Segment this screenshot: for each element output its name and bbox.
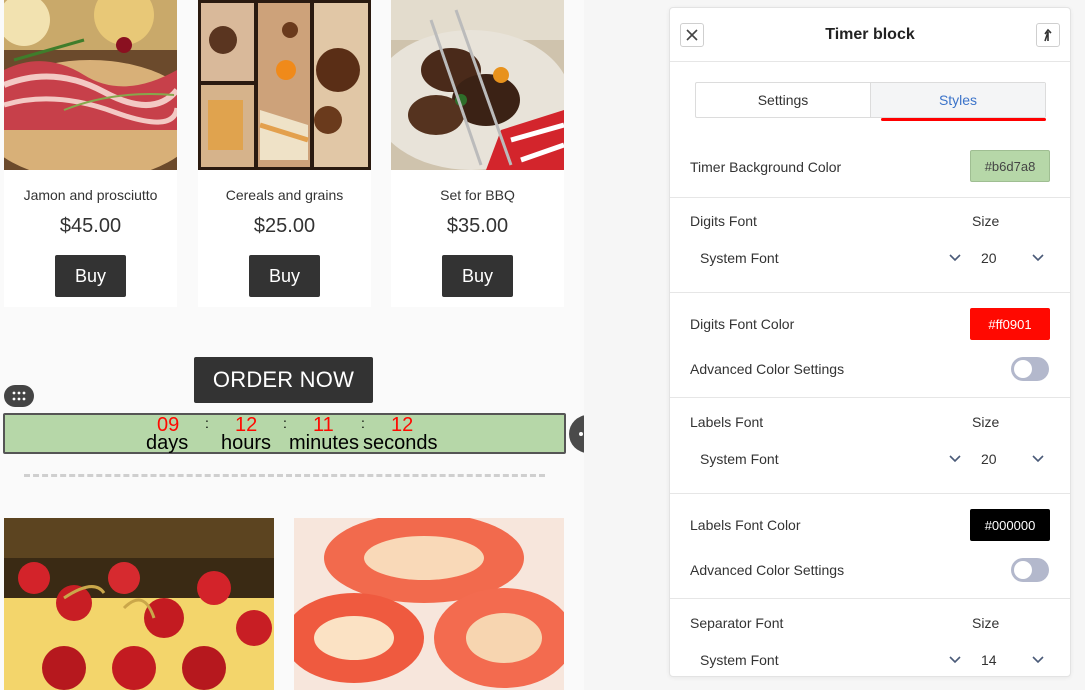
tab-settings[interactable]: Settings	[696, 83, 870, 117]
labels-size-label: Size	[972, 414, 1000, 430]
buy-button[interactable]: Buy	[442, 255, 513, 297]
digits-color-picker[interactable]: #ff0901	[970, 308, 1050, 340]
chevron-down-icon	[949, 455, 961, 463]
chevron-down-icon	[1032, 455, 1044, 463]
labels-font-select[interactable]: System Font	[690, 445, 965, 473]
digits-size-select[interactable]: 20	[972, 244, 1052, 272]
digits-color-label: Digits Font Color	[690, 316, 795, 332]
product-card: Jamon and prosciutto $45.00 Buy	[4, 0, 177, 307]
timer-settings-panel: Timer block Settings Styles Timer Backgr…	[669, 7, 1071, 677]
timer-bg-color-label: Timer Background Color	[690, 159, 842, 175]
panel-header: Timer block	[670, 8, 1070, 62]
chevron-down-icon	[1032, 656, 1044, 664]
separator-font-value: System Font	[700, 652, 779, 668]
product-name: Cereals and grains	[225, 187, 344, 203]
product-image-jamon	[4, 0, 177, 170]
labels-size-value: 20	[981, 451, 997, 467]
divider	[670, 197, 1070, 198]
timer-separator: :	[283, 415, 287, 431]
product-image-bbq	[391, 0, 564, 170]
timer-days-label: days	[146, 432, 189, 454]
labels-advanced-color-toggle[interactable]	[1011, 558, 1049, 582]
buy-button[interactable]: Buy	[55, 255, 126, 297]
divider-line	[24, 474, 545, 477]
timer-hours-label: hours	[221, 432, 272, 454]
move-to-parent-icon[interactable]	[1036, 23, 1060, 47]
separator-font-select[interactable]: System Font	[690, 646, 965, 674]
timer-separator: :	[361, 415, 365, 431]
digits-size-label: Size	[972, 213, 1000, 229]
labels-font-label: Labels Font	[690, 414, 764, 430]
product-image-tomatoes	[4, 518, 274, 690]
divider	[670, 598, 1070, 599]
chevron-down-icon	[949, 656, 961, 664]
digits-font-value: System Font	[700, 250, 779, 266]
tab-styles[interactable]: Styles	[870, 83, 1045, 117]
email-canvas: Jamon and prosciutto $45.00 Buy Cereals …	[0, 0, 584, 690]
chevron-down-icon	[949, 254, 961, 262]
divider	[670, 292, 1070, 293]
separator-size-select[interactable]: 14	[972, 646, 1052, 674]
divider	[670, 493, 1070, 494]
toggle-knob	[1014, 360, 1032, 378]
separator-font-label: Separator Font	[690, 615, 784, 631]
separator-size-value: 14	[981, 652, 997, 668]
panel-title: Timer block	[825, 26, 915, 43]
labels-color-picker[interactable]: #000000	[970, 509, 1050, 541]
labels-advanced-color-label: Advanced Color Settings	[690, 562, 845, 578]
toggle-knob	[1014, 561, 1032, 579]
product-price: $45.00	[59, 215, 122, 237]
labels-font-value: System Font	[700, 451, 779, 467]
drag-handle-icon[interactable]	[4, 385, 34, 407]
timer-block[interactable]: 09 : 12 : 11 : 12 days hours minutes sec…	[3, 413, 566, 454]
digits-font-label: Digits Font	[690, 213, 757, 229]
product-card: Set for BBQ $35.00 Buy	[391, 0, 564, 307]
divider	[670, 397, 1070, 398]
buy-button[interactable]: Buy	[249, 255, 320, 297]
timer-bg-color-picker[interactable]: #b6d7a8	[970, 150, 1050, 182]
digits-size-value: 20	[981, 250, 997, 266]
order-now-button[interactable]: ORDER NOW	[194, 357, 373, 403]
digits-advanced-color-toggle[interactable]	[1011, 357, 1049, 381]
product-name: Set for BBQ	[440, 187, 515, 203]
timer-separator: :	[205, 415, 209, 431]
digits-font-select[interactable]: System Font	[690, 244, 965, 272]
timer-minutes-label: minutes	[289, 432, 360, 454]
product-card: Cereals and grains $25.00 Buy	[198, 0, 371, 307]
product-price: $25.00	[253, 215, 316, 237]
labels-color-label: Labels Font Color	[690, 517, 801, 533]
labels-size-select[interactable]: 20	[972, 445, 1052, 473]
panel-tabs: Settings Styles	[695, 82, 1046, 118]
product-image-cereals	[198, 0, 371, 170]
digits-advanced-color-label: Advanced Color Settings	[690, 361, 845, 377]
product-name: Jamon and prosciutto	[23, 187, 158, 203]
product-image-salmon	[294, 518, 564, 690]
separator-size-label: Size	[972, 615, 1000, 631]
timer-seconds-label: seconds	[363, 432, 438, 454]
active-tab-indicator	[881, 118, 1046, 121]
product-price: $35.00	[446, 215, 509, 237]
chevron-down-icon	[1032, 254, 1044, 262]
